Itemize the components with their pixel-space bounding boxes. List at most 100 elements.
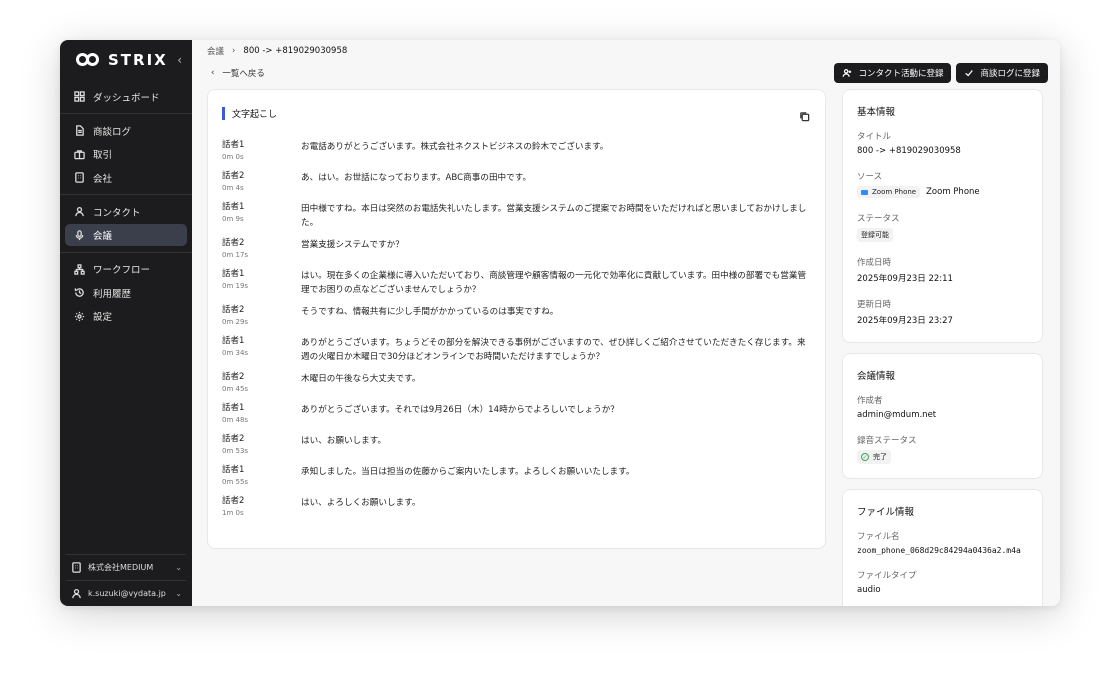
register-contact-activity-label: コンタクト活動に登録 — [858, 68, 944, 78]
transcript-line: 話者2 0m 53s はい、お願いします。 — [222, 434, 811, 457]
right-column: 基本情報 タイトル 800 -> +819029030958 ソース Zoom … — [842, 89, 1043, 606]
register-contact-activity-button[interactable]: コンタクト活動に登録 — [834, 63, 952, 83]
utterance-text: ありがとうございます。ちょうどその部分を解決できる事例がございますので、ぜひ詳し… — [301, 338, 806, 362]
timestamp: 0m 0s — [222, 153, 244, 161]
source-label: ソース — [857, 172, 883, 182]
file-info-heading: ファイル情報 — [857, 507, 915, 518]
nav-group: ワークフロー利用履歴 設定 — [60, 253, 192, 333]
sidebar-item-dashboard[interactable]: ダッシュボード — [65, 86, 187, 108]
transcript-line: 話者1 0m 0s お電話ありがとうございます。株式会社ネクストビジネスの鈴木でござ… — [222, 140, 811, 163]
workflow-icon — [73, 263, 85, 275]
company-switcher[interactable]: 株式会社MEDIUM ⌄ — [60, 555, 192, 580]
created-value: 2025年09月23日 22:11 — [857, 274, 953, 284]
status-badge: 登録可能 — [857, 228, 893, 242]
utterance-text: そうですね、情報共有に少し手間がかかっているのは事実ですね。 — [301, 307, 559, 317]
check-circle-icon: ✓ — [861, 453, 869, 461]
building-icon — [70, 562, 82, 574]
utterance-text: 木曜日の午後なら大丈夫です。 — [301, 374, 421, 384]
utterance-text: お電話ありがとうございます。株式会社ネクストビジネスの鈴木でございます。 — [301, 142, 609, 152]
document-icon — [73, 125, 85, 137]
created-label: 作成日時 — [857, 258, 892, 268]
source-badge-label: Zoom Phone — [872, 188, 917, 196]
top-actions: コンタクト活動に登録 商談ログに登録 — [834, 63, 1048, 83]
register-deal-log-label: 商談ログに登録 — [980, 68, 1040, 78]
breadcrumb-parent[interactable]: 会議 — [207, 45, 224, 57]
owl-logo-icon — [76, 52, 102, 68]
sidebar-item-gear[interactable]: 設定 — [65, 305, 187, 327]
check-icon — [965, 70, 974, 77]
speaker-column: 話者2 0m 45s — [222, 372, 301, 395]
speaker-column: 話者2 0m 53s — [222, 434, 301, 457]
sidebar-item-label: ワークフロー — [93, 265, 151, 276]
title-label: タイトル — [857, 132, 892, 142]
transcript-line: 話者1 0m 9s 田中様ですね。本日は突然のお電話失礼いたします。営業支援システム… — [222, 202, 811, 230]
speaker-label: 話者2 — [222, 305, 245, 315]
sidebar: STRIX ‹ ダッシュボード 商談ログ取引会社コンタクト 会議ワークフロー利用履歴… — [60, 40, 192, 606]
sidebar-item-document[interactable]: 商談ログ — [65, 120, 187, 142]
timestamp: 0m 29s — [222, 318, 249, 326]
speaker-column: 話者1 0m 55s — [222, 465, 301, 488]
speaker-column: 話者1 0m 9s — [222, 202, 301, 230]
speaker-label: 話者1 — [222, 202, 245, 212]
transcript-lines: 話者1 0m 0s お電話ありがとうございます。株式会社ネクストビジネスの鈴木でござ… — [222, 140, 811, 519]
utterance-text: はい。現在多くの企業様に導入いただいており、商談管理や顧客情報の一元化で効率化に… — [301, 271, 807, 295]
transcript-line: 話者2 0m 4s あ、はい。お世話になっております。ABC商事の田中です。 — [222, 171, 811, 194]
file-name-label: ファイル名 — [857, 532, 900, 542]
transcript-title: 文字起こし — [232, 109, 278, 120]
user-icon — [70, 588, 82, 600]
speaker-label: 話者1 — [222, 140, 245, 150]
copy-icon[interactable] — [799, 107, 811, 122]
speaker-label: 話者2 — [222, 238, 245, 248]
sidebar-item-label: ダッシュボード — [93, 92, 160, 104]
breadcrumb: 会議 › 800 -> +819029030958 — [207, 40, 1048, 60]
chevron-down-icon: ⌄ — [175, 563, 182, 572]
back-link-label: 一覧へ戻る — [222, 69, 265, 79]
register-deal-log-button[interactable]: 商談ログに登録 — [956, 63, 1048, 83]
sidebar-item-history[interactable]: 利用履歴 — [65, 282, 187, 304]
speaker-column: 話者2 1m 0s — [222, 496, 301, 519]
back-link[interactable]: ‹ 一覧へ戻る — [211, 67, 265, 79]
breadcrumb-separator: › — [232, 46, 236, 56]
speaker-label: 話者1 — [222, 465, 245, 475]
collapse-sidebar-button[interactable]: ‹ — [177, 53, 182, 67]
timestamp: 0m 4s — [222, 184, 244, 192]
utterance-text: あ、はい。お世話になっております。ABC商事の田中です。 — [301, 173, 532, 183]
logo-row: STRIX ‹ — [60, 40, 192, 80]
user-menu[interactable]: k.suzuki@vydata.jp ⌄ — [60, 581, 192, 606]
source-badge: Zoom Phone — [857, 186, 921, 198]
building-icon — [73, 172, 85, 184]
speaker-column: 話者1 0m 19s — [222, 269, 301, 297]
timestamp: 0m 19s — [222, 282, 249, 290]
sidebar-item-label: 商談ログ — [93, 126, 132, 138]
file-name-value: zoom_phone_068d29c84294a0436a2.m4a — [857, 546, 1021, 555]
speaker-label: 話者2 — [222, 496, 245, 506]
speaker-column: 話者1 0m 34s — [222, 336, 301, 364]
speaker-label: 話者1 — [222, 403, 245, 413]
meeting-info-heading: 会議情報 — [857, 371, 896, 382]
chevron-left-icon: ‹ — [211, 68, 215, 78]
file-type-value: audio — [857, 585, 881, 595]
breadcrumb-current: 800 -> +819029030958 — [243, 46, 348, 56]
recording-status-value: 完了 — [873, 453, 887, 461]
creator-value: admin@mdum.net — [857, 410, 937, 420]
speaker-label: 話者1 — [222, 269, 245, 279]
transcript-line: 話者1 0m 48s ありがとうございます。それでは9月26日（木）14時からでよろ… — [222, 403, 811, 426]
timestamp: 1m 0s — [222, 509, 244, 517]
history-icon — [73, 287, 85, 299]
utterance-text: はい、お願いします。 — [301, 436, 387, 446]
title-value: 800 -> +819029030958 — [857, 146, 961, 156]
sidebar-item-building[interactable]: 会社 — [65, 167, 187, 189]
main-content: 会議 › 800 -> +819029030958 ‹ 一覧へ戻る コンタクト活… — [192, 40, 1060, 606]
sidebar-item-workflow[interactable]: ワークフロー — [65, 258, 187, 280]
nav-group: 商談ログ取引会社 — [60, 114, 192, 195]
sidebar-item-briefcase[interactable]: 取引 — [65, 143, 187, 165]
speaker-label: 話者1 — [222, 336, 245, 346]
file-info-card: ファイル情報 ファイル名 zoom_phone_068d29c84294a043… — [842, 489, 1043, 606]
sidebar-item-user[interactable]: コンタクト — [65, 201, 187, 223]
logo-text: STRIX — [108, 51, 168, 69]
strix-logo[interactable]: STRIX — [76, 51, 168, 69]
transcript-line: 話者1 0m 55s 承知しました。当日は担当の佐藤からご案内いたします。よろしくお… — [222, 465, 811, 488]
sidebar-item-label: 取引 — [93, 150, 113, 161]
speaker-column: 話者2 0m 17s — [222, 238, 301, 261]
sidebar-item-microphone[interactable]: 会議 — [65, 224, 187, 246]
